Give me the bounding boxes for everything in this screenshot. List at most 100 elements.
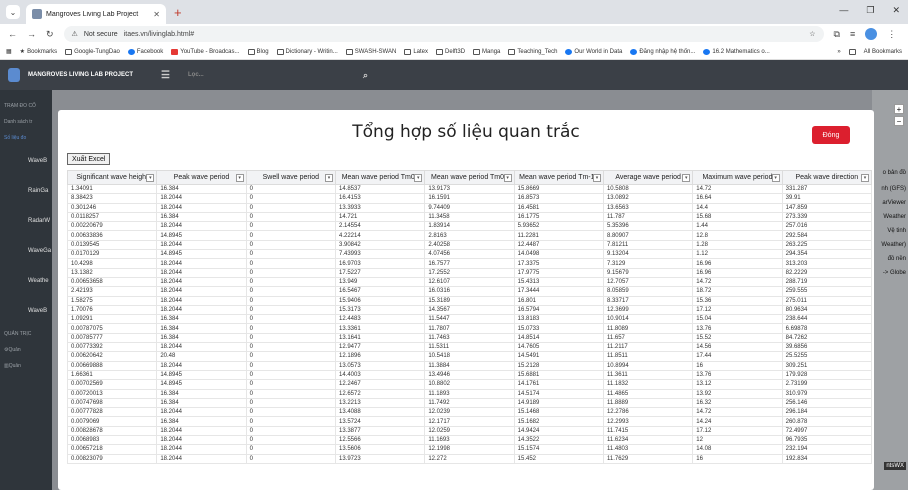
- layer-item[interactable]: Vệ tinh: [887, 228, 906, 234]
- column-header[interactable]: Significant wave height ▾: [67, 170, 158, 185]
- table-cell: 12: [692, 434, 783, 446]
- column-header[interactable]: Maximum wave period ▾: [692, 170, 783, 185]
- layer-item[interactable]: o bản đồ: [883, 170, 906, 176]
- tab-close-icon[interactable]: ✕: [153, 10, 160, 19]
- filter-dropdown-icon[interactable]: ▾: [771, 174, 780, 182]
- sidebar-item[interactable]: WaveGa: [0, 236, 52, 266]
- filter-dropdown-icon[interactable]: ▾: [235, 174, 244, 182]
- layer-item[interactable]: arViewer: [882, 200, 906, 206]
- sidebar-item[interactable]: ▥ Quản: [0, 358, 52, 374]
- layer-item[interactable]: Weather): [881, 242, 906, 248]
- table-cell: 12.8: [692, 230, 783, 241]
- table-body: 1.34091 16.384 0 14.8537 13.9173 15.8669 10.58…: [67, 183, 872, 464]
- sidebar-item[interactable]: RadarW: [0, 206, 52, 236]
- zoom-out-icon[interactable]: −: [894, 116, 904, 126]
- close-window-icon[interactable]: ✕: [892, 5, 900, 16]
- filter-dropdown-icon[interactable]: ▾: [503, 174, 512, 182]
- forward-icon[interactable]: →: [27, 29, 36, 39]
- back-icon[interactable]: ←: [8, 29, 17, 39]
- hamburger-icon[interactable]: ☰: [161, 70, 170, 81]
- table-row: 0.00747698 16.384 0 13.2213 11.7492 14.9189 11…: [67, 397, 872, 409]
- browser-tab[interactable]: Mangroves Living Lab Project ✕: [26, 4, 166, 24]
- table-cell: 11.1893: [424, 388, 515, 399]
- minimize-icon[interactable]: —: [839, 5, 848, 16]
- bookmark-item[interactable]: Teaching_Tech: [508, 48, 557, 55]
- bookmark-item[interactable]: YouTube - Broadcas...: [171, 48, 240, 55]
- bookmark-item[interactable]: 16.2 Mathematics o...: [703, 48, 770, 55]
- bookmark-item[interactable]: Latex: [404, 48, 428, 55]
- table-cell: 12.4483: [334, 314, 426, 325]
- layer-item[interactable]: Weather: [883, 214, 906, 220]
- bookmark-item[interactable]: Dictionary - Writin...: [276, 48, 338, 55]
- reload-icon[interactable]: ↻: [46, 29, 54, 40]
- column-header[interactable]: Peak wave period ▾: [156, 170, 247, 185]
- zoom-in-icon[interactable]: +: [894, 104, 904, 114]
- restore-icon[interactable]: ❐: [866, 5, 874, 16]
- search-icon[interactable]: ⌕: [363, 70, 368, 81]
- table-cell: 1.34091: [67, 183, 158, 195]
- table-cell: 18.2044: [156, 425, 247, 437]
- column-header[interactable]: Mean wave period Tm01 ▾: [334, 170, 426, 185]
- menu-kebab-icon[interactable]: ⋮: [887, 29, 896, 40]
- bookmark-item[interactable]: Blog: [247, 48, 269, 55]
- media-icon[interactable]: ≡: [850, 29, 855, 39]
- table-cell: 15.36: [692, 295, 783, 306]
- table-cell: 0: [245, 444, 336, 455]
- bookmark-item[interactable]: Delft3D: [436, 48, 465, 55]
- table-cell: 18.2044: [156, 444, 247, 455]
- close-button[interactable]: Đóng: [812, 126, 850, 144]
- table-cell: 12.0239: [424, 407, 515, 418]
- sidebar-item[interactable]: Weathe: [0, 266, 52, 296]
- table-cell: 0.0139545: [67, 239, 158, 251]
- table-cell: 0.00653658: [67, 276, 158, 288]
- table-cell: 16.5794: [513, 304, 604, 316]
- table-cell: 18.2044: [156, 276, 247, 288]
- bookmark-item[interactable]: Đăng nhập hệ thốn...: [630, 48, 695, 55]
- url-field[interactable]: ⚠ Not secure itaes.vn/livinglab.html# ☆: [63, 26, 824, 42]
- sidebar-item[interactable]: WaveB: [0, 296, 52, 326]
- bookmark-item[interactable]: SWASH-SWAN: [345, 48, 396, 55]
- filter-dropdown-icon[interactable]: ▾: [682, 174, 691, 182]
- table-cell: 11.2117: [602, 342, 694, 353]
- filter-dropdown-icon[interactable]: ▾: [324, 174, 333, 182]
- sidebar-item[interactable]: Danh sách tr: [0, 114, 52, 130]
- layer-item[interactable]: nh (GFS): [881, 186, 906, 192]
- table-cell: 13.9173: [424, 183, 515, 195]
- table-cell: 12.0259: [424, 425, 515, 437]
- apps-grid-icon[interactable]: ▦: [6, 48, 12, 55]
- bookmark-item[interactable]: Google-TungDao: [65, 48, 120, 55]
- column-header[interactable]: Mean wave period Tm02 ▾: [424, 170, 515, 185]
- folder-icon: [848, 48, 856, 55]
- sidebar-item[interactable]: RainGa: [0, 176, 52, 206]
- table-cell: 11.4865: [602, 388, 694, 399]
- export-excel-button[interactable]: Xuất Excel: [67, 153, 111, 165]
- table-cell: 11.4803: [602, 444, 694, 455]
- table-cell: 11.8511: [602, 351, 694, 362]
- column-header-label: Peak wave period: [173, 174, 230, 181]
- layer-item[interactable]: đồ nền: [888, 256, 906, 262]
- bookmark-item[interactable]: Manga: [473, 48, 500, 55]
- table-cell: 15.3173: [334, 304, 426, 316]
- sidebar-item[interactable]: WaveB: [0, 146, 52, 176]
- tab-search-icon[interactable]: ⌄: [6, 5, 20, 19]
- sidebar-item-active[interactable]: Số liệu đo: [0, 130, 52, 146]
- new-tab-icon[interactable]: +: [174, 5, 182, 20]
- column-header[interactable]: Mean wave period Tm-10 ▾: [513, 170, 604, 185]
- all-bookmarks[interactable]: » All Bookmarks: [837, 48, 902, 55]
- extensions-icon[interactable]: ⧉: [834, 29, 840, 40]
- filter-dropdown-icon[interactable]: ▾: [414, 174, 423, 182]
- sidebar-item[interactable]: ⚙ Quản: [0, 342, 52, 358]
- bookmark-item[interactable]: Our World in Data: [565, 48, 622, 55]
- filter-dropdown-icon[interactable]: ▾: [592, 174, 601, 182]
- filter-dropdown-icon[interactable]: ▾: [146, 174, 155, 182]
- bookmark-item[interactable]: ★ Bookmarks: [20, 48, 57, 56]
- star-icon[interactable]: ☆: [809, 30, 815, 38]
- layer-item[interactable]: -> Globe: [883, 270, 906, 276]
- column-header[interactable]: Swell wave period ▾: [245, 170, 336, 185]
- profile-avatar[interactable]: [865, 28, 878, 40]
- bookmark-item[interactable]: Facebook: [127, 48, 163, 55]
- table-cell: 13.5606: [334, 444, 426, 455]
- filter-dropdown-icon[interactable]: ▾: [861, 174, 869, 182]
- column-header[interactable]: Peak wave direction ▾: [781, 170, 872, 185]
- column-header[interactable]: Average wave period ▾: [602, 170, 694, 185]
